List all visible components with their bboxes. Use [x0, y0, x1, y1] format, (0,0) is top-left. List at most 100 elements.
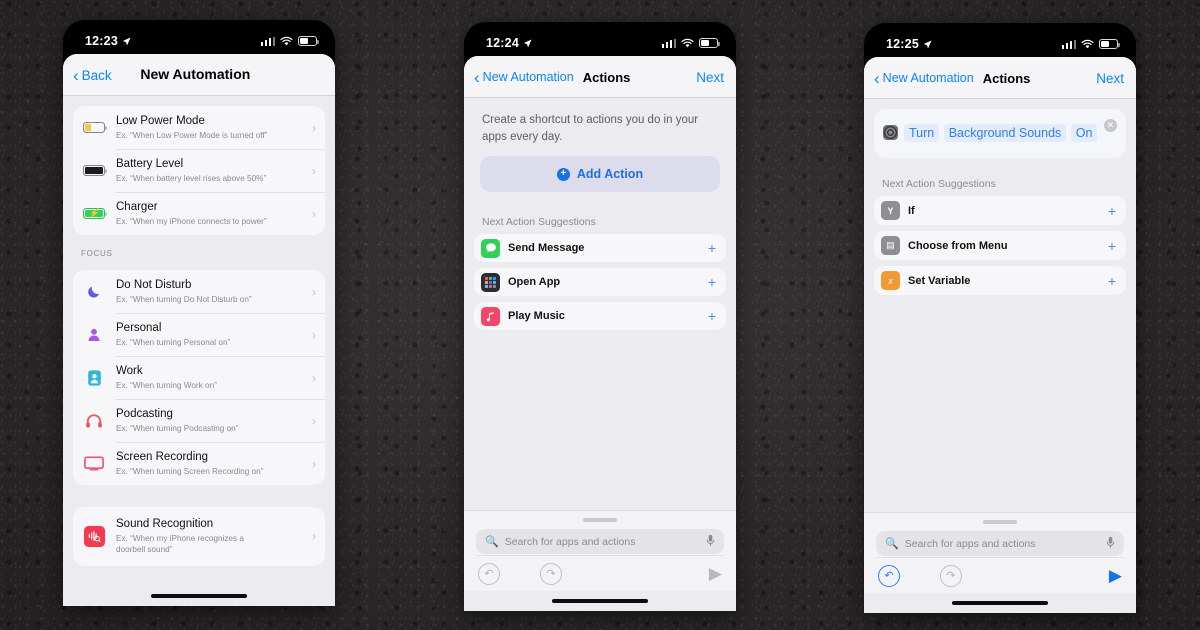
list-item[interactable]: Low Power Mode Ex. “When Low Power Mode …: [73, 106, 325, 149]
list-item[interactable]: Work Ex. “When turning Work on” ›: [73, 356, 325, 399]
list-item-text: Sound Recognition Ex. “When my iPhone re…: [116, 517, 301, 555]
list-item-title: Low Power Mode: [116, 115, 205, 127]
list-item[interactable]: x Set Variable +: [874, 266, 1126, 296]
list-item[interactable]: ⚡ Charger Ex. “When my iPhone connects t…: [73, 192, 325, 235]
search-input[interactable]: 🔍 Search for apps and actions: [476, 529, 724, 554]
list-item-title: Do Not Disturb: [116, 279, 192, 291]
list-item-text: Charger Ex. “When my iPhone connects to …: [116, 200, 301, 227]
editor-toolbar: ↶ ↷ ▶: [476, 555, 724, 591]
phone-mockup-3: 12:25 ‹ New Automation Actions Next Turn…: [864, 23, 1136, 613]
status-bar: 12:23: [63, 20, 335, 54]
back-button[interactable]: ‹ New Automation: [874, 70, 974, 87]
status-time: 12:25: [886, 37, 919, 51]
next-button[interactable]: Next: [696, 70, 724, 85]
list-item[interactable]: Personal Ex. “When turning Personal on” …: [73, 313, 325, 356]
list-item-title: Battery Level: [116, 158, 184, 170]
search-icon: 🔍: [485, 536, 499, 548]
wifi-icon: [280, 36, 293, 46]
add-action-button[interactable]: + Add Action: [480, 156, 720, 193]
id-badge-icon: [81, 369, 107, 387]
action-token-state[interactable]: On: [1070, 124, 1098, 142]
location-arrow-icon: [122, 36, 131, 45]
next-button[interactable]: Next: [1096, 71, 1124, 86]
search-icon: 🔍: [885, 538, 899, 550]
cellular-bars-icon: [661, 38, 676, 48]
status-indicators: [260, 36, 319, 46]
chevron-right-icon: ›: [312, 327, 316, 342]
battery-icon: [1099, 39, 1120, 49]
play-icon[interactable]: ▶: [709, 565, 722, 582]
list-item-subtitle: Ex. “When turning Do Not Disturb on”: [116, 294, 252, 304]
play-icon[interactable]: ▶: [1109, 567, 1122, 584]
cellular-bars-icon: [260, 36, 275, 46]
list-item[interactable]: Sound Recognition Ex. “When my iPhone re…: [73, 507, 325, 566]
list-item[interactable]: Send Message +: [474, 234, 726, 263]
microphone-icon[interactable]: [706, 534, 715, 550]
list-item[interactable]: Play Music +: [474, 302, 726, 331]
redo-icon[interactable]: ↷: [540, 562, 562, 585]
page-title: Actions: [582, 69, 631, 85]
nav-bar: ‹ Back New Automation: [63, 54, 335, 96]
battery-icon: [298, 36, 319, 46]
home-indicator: [864, 593, 1136, 613]
plus-icon[interactable]: +: [708, 241, 716, 255]
action-card[interactable]: Turn Background Sounds On ✕: [874, 109, 1126, 159]
headphones-icon: [81, 413, 107, 429]
list-item[interactable]: Screen Recording Ex. “When turning Scree…: [73, 442, 325, 485]
list-item-text: Do Not Disturb Ex. “When turning Do Not …: [116, 278, 301, 305]
plus-icon[interactable]: +: [708, 275, 716, 289]
status-time: 12:24: [486, 36, 519, 50]
editor-toolbar: ↶ ↷ ▶: [876, 557, 1124, 593]
search-input[interactable]: 🔍 Search for apps and actions: [876, 531, 1124, 556]
list-item[interactable]: Open App +: [474, 268, 726, 297]
home-indicator: [63, 586, 335, 606]
suggestions-header: Next Action Suggestions: [882, 178, 996, 191]
nav-bar: ‹ New Automation Actions Next: [864, 57, 1136, 99]
status-indicators: [661, 38, 720, 48]
battery-icon: [699, 38, 720, 48]
location-arrow-icon: [923, 39, 932, 48]
back-label: New Automation: [882, 71, 974, 85]
action-token-verb[interactable]: Turn: [904, 124, 940, 142]
plus-icon[interactable]: +: [1108, 204, 1116, 218]
intro-text: Create a shortcut to actions you do in y…: [482, 114, 699, 143]
list-item-subtitle: Ex. “When battery level rises above 50%”: [116, 173, 267, 183]
add-action-label: Add Action: [576, 167, 644, 182]
back-button[interactable]: ‹ New Automation: [474, 69, 574, 86]
home-indicator: [464, 591, 736, 611]
microphone-icon[interactable]: [1106, 536, 1115, 552]
plus-icon[interactable]: +: [1108, 239, 1116, 253]
phone-mockup-2: 12:24 ‹ New Automation Actions Next Crea…: [464, 22, 736, 611]
redo-icon[interactable]: ↷: [940, 564, 962, 587]
moon-icon: [81, 283, 107, 300]
list-item[interactable]: ▤ Choose from Menu +: [874, 231, 1126, 261]
phone-screen-3: ‹ New Automation Actions Next Turn Backg…: [864, 57, 1136, 613]
list-item-title: Sound Recognition: [116, 518, 214, 530]
sheet-grabber[interactable]: [583, 518, 617, 522]
undo-icon[interactable]: ↶: [878, 564, 900, 587]
sheet-grabber[interactable]: [983, 520, 1017, 524]
messages-icon: [481, 238, 500, 258]
list-item-subtitle: Ex. “When turning Screen Recording on”: [116, 466, 264, 476]
list-item[interactable]: Podcasting Ex. “When turning Podcasting …: [73, 399, 325, 442]
search-placeholder: Search for apps and actions: [904, 537, 1036, 550]
plus-icon[interactable]: +: [708, 309, 716, 323]
list-item[interactable]: Y If +: [874, 196, 1126, 226]
page-title: New Automation: [140, 66, 251, 82]
list-item-text: Work Ex. “When turning Work on”: [116, 364, 301, 391]
back-button[interactable]: ‹ Back: [73, 67, 112, 84]
page-title: Actions: [982, 70, 1031, 86]
close-icon[interactable]: ✕: [1104, 119, 1117, 132]
trigger-list[interactable]: Low Power Mode Ex. “When Low Power Mode …: [63, 96, 335, 586]
list-item-text: Personal Ex. “When turning Personal on”: [116, 321, 301, 348]
set-variable-icon: x: [881, 271, 900, 291]
plus-icon[interactable]: +: [1108, 274, 1116, 288]
nav-bar: ‹ New Automation Actions Next: [464, 56, 736, 98]
list-item-subtitle: Ex. “When turning Podcasting on”: [116, 423, 239, 433]
list-item[interactable]: Battery Level Ex. “When battery level ri…: [73, 149, 325, 192]
list-item[interactable]: Do Not Disturb Ex. “When turning Do Not …: [73, 270, 325, 313]
chevron-right-icon: ›: [312, 206, 316, 221]
undo-icon[interactable]: ↶: [478, 562, 500, 585]
action-token-subject[interactable]: Background Sounds: [943, 124, 1067, 142]
chevron-right-icon: ›: [312, 120, 316, 135]
